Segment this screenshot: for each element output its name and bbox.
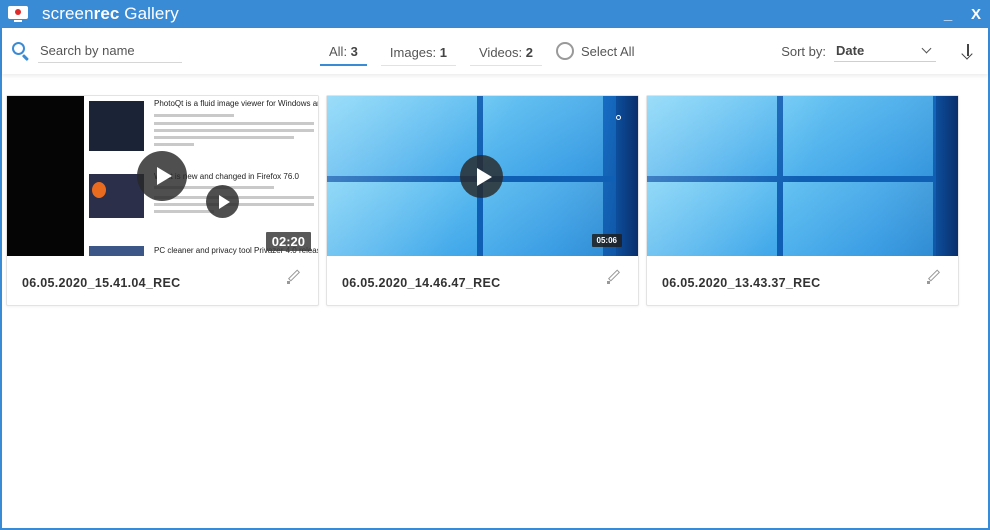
play-icon bbox=[206, 185, 239, 218]
tab-images[interactable]: Images: 1 bbox=[380, 37, 456, 66]
play-icon[interactable] bbox=[460, 155, 503, 198]
tab-images-label: Images: bbox=[389, 44, 440, 60]
pencil-icon[interactable] bbox=[927, 269, 941, 284]
video-thumbnail[interactable]: PhotoQt is a fluid image viewer for Wind… bbox=[7, 96, 318, 256]
search-input[interactable] bbox=[38, 39, 182, 63]
filter-tabs: All: 3 Images: 1 Videos: 2 bbox=[320, 36, 556, 66]
search-icon[interactable] bbox=[10, 40, 32, 62]
tab-all-count: 3 bbox=[350, 44, 358, 59]
sort-value: Date bbox=[836, 43, 865, 58]
tab-videos-count: 2 bbox=[525, 44, 533, 60]
tab-all-label: All: bbox=[329, 44, 351, 59]
card-footer: 06.05.2020_15.41.04_REC bbox=[7, 256, 318, 305]
video-thumbnail[interactable]: 05:06 bbox=[327, 96, 638, 256]
title-bar: screenrec Gallery _ X bbox=[0, 0, 990, 28]
duration-badge: 05:06 bbox=[591, 234, 622, 247]
select-all-label: Select All bbox=[580, 43, 635, 59]
pencil-icon[interactable] bbox=[287, 269, 301, 284]
card-footer: 06.05.2020_13.43.37_REC bbox=[647, 256, 958, 305]
gallery-item[interactable]: 06.05.2020_13.43.37_REC bbox=[646, 95, 959, 306]
search-box bbox=[10, 39, 182, 63]
tab-all[interactable]: All: 3 bbox=[320, 36, 367, 66]
sort-control: Sort by: Date bbox=[781, 40, 978, 62]
select-all-toggle[interactable]: Select All bbox=[555, 42, 635, 60]
thumb-headline-1: PhotoQt is a fluid image viewer for Wind… bbox=[154, 99, 318, 108]
sort-select[interactable]: Date bbox=[834, 40, 936, 62]
title-plain: screen bbox=[42, 4, 94, 23]
image-thumbnail[interactable] bbox=[647, 96, 958, 256]
title-bold: rec bbox=[93, 4, 120, 23]
gallery-item[interactable]: PhotoQt is a fluid image viewer for Wind… bbox=[6, 95, 319, 306]
radio-icon[interactable] bbox=[555, 42, 574, 60]
item-name: 06.05.2020_13.43.37_REC bbox=[662, 276, 821, 290]
chevron-down-icon bbox=[922, 46, 932, 56]
gallery-grid: PhotoQt is a fluid image viewer for Wind… bbox=[6, 95, 966, 306]
screenrec-logo-icon bbox=[8, 6, 28, 22]
gallery-item[interactable]: 05:06 06.05.2020_14.46.47_REC bbox=[326, 95, 639, 306]
pencil-icon[interactable] bbox=[607, 269, 621, 284]
window-controls: _ X bbox=[934, 0, 990, 28]
gallery-window: screenrec Gallery _ X All: 3 Images: 1 V… bbox=[0, 0, 990, 530]
tab-images-count: 1 bbox=[439, 44, 447, 60]
toolbar: All: 3 Images: 1 Videos: 2 Select All So… bbox=[2, 28, 988, 74]
card-footer: 06.05.2020_14.46.47_REC bbox=[327, 256, 638, 305]
title-rest: Gallery bbox=[119, 4, 179, 23]
tab-videos-label: Videos: bbox=[479, 44, 526, 60]
close-button[interactable]: X bbox=[962, 0, 990, 28]
duration-badge: 02:20 bbox=[265, 232, 311, 251]
play-icon[interactable] bbox=[137, 151, 187, 201]
minimize-button[interactable]: _ bbox=[934, 0, 962, 28]
arrow-down-icon[interactable] bbox=[958, 41, 978, 61]
tab-videos[interactable]: Videos: 2 bbox=[470, 37, 542, 66]
item-name: 06.05.2020_14.46.47_REC bbox=[342, 276, 501, 290]
item-name: 06.05.2020_15.41.04_REC bbox=[22, 276, 181, 290]
window-title: screenrec Gallery bbox=[42, 4, 179, 24]
sort-label: Sort by: bbox=[781, 43, 826, 59]
